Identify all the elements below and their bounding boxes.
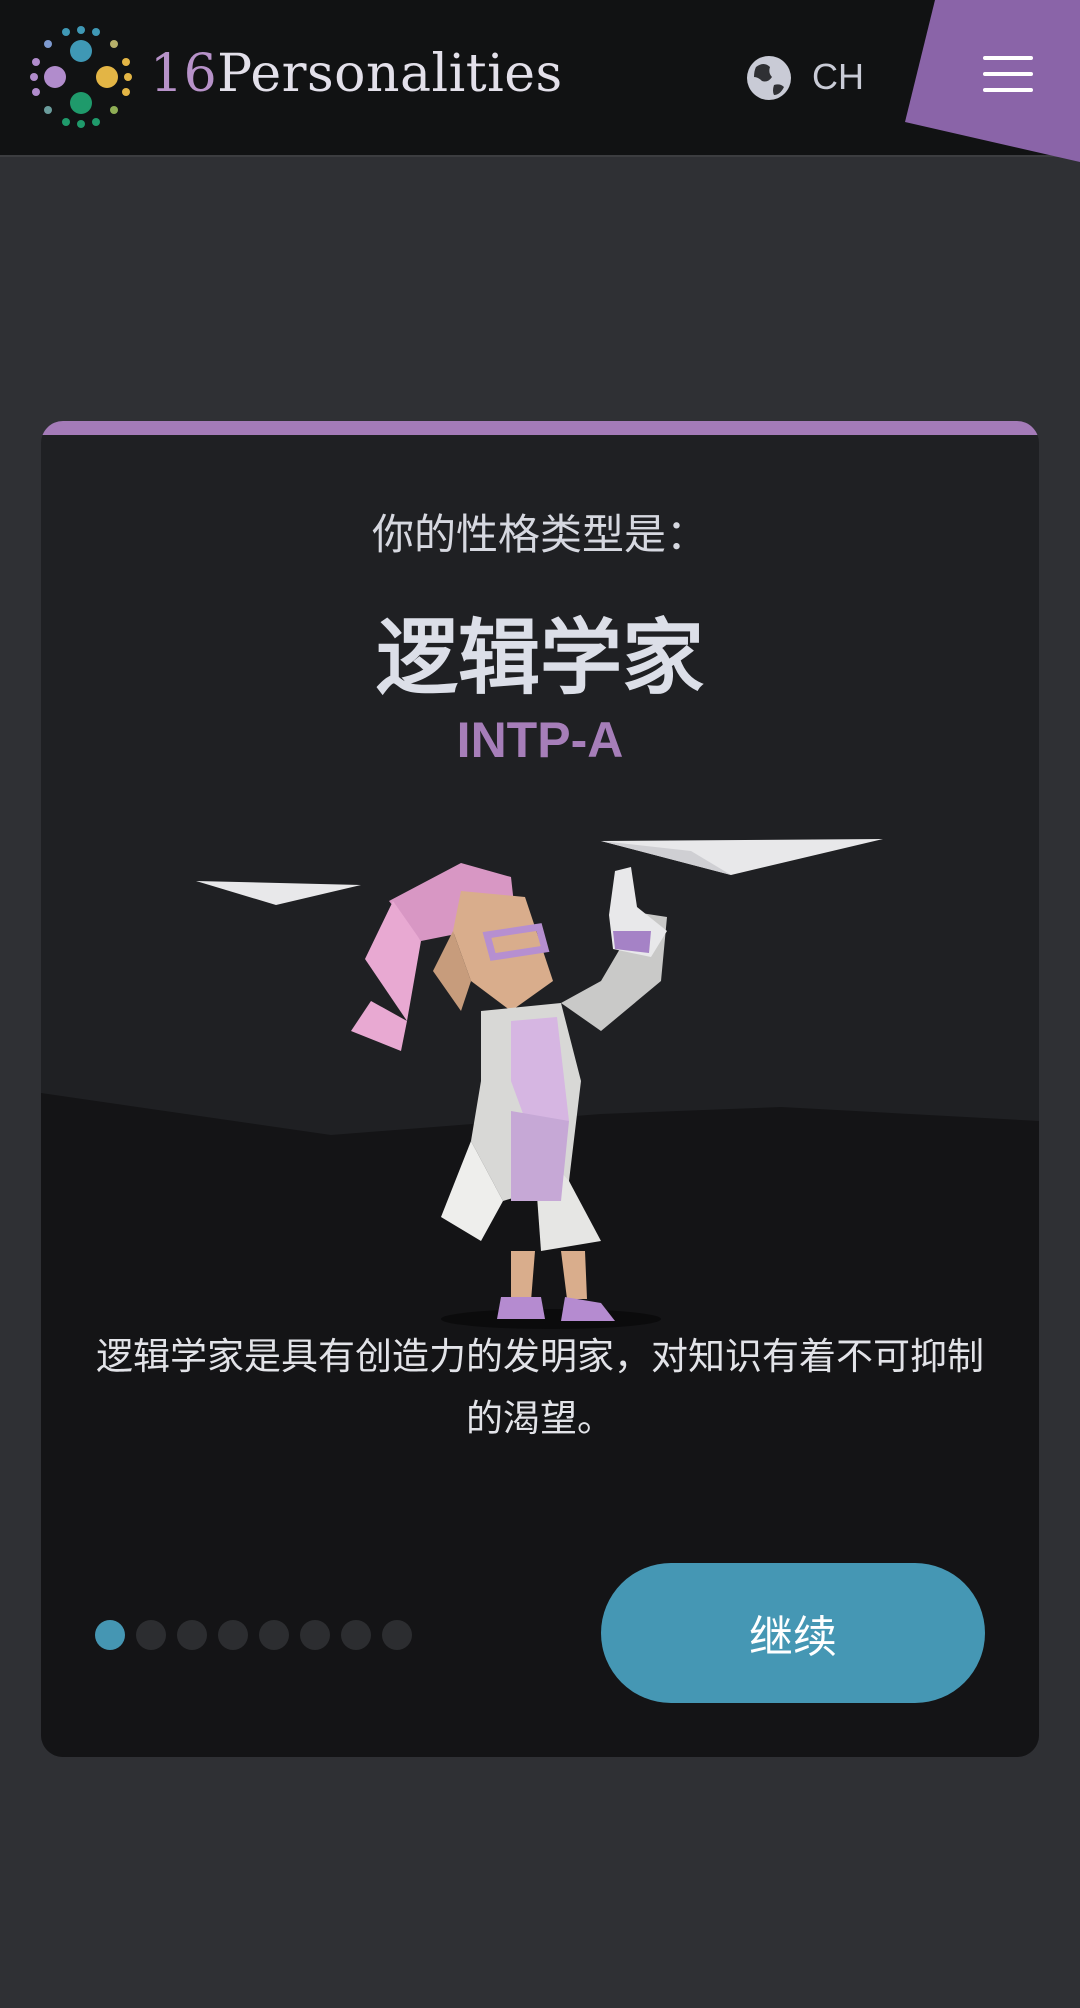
- progress-dot-4[interactable]: [218, 1620, 248, 1650]
- result-card: 你的性格类型是： 逻辑学家 INTP-A 逻辑学家是具有创造力的发明家，对知识有…: [41, 421, 1039, 1757]
- progress-dot-7[interactable]: [341, 1620, 371, 1650]
- brand-number: 16: [150, 44, 218, 104]
- progress-dot-5[interactable]: [259, 1620, 289, 1650]
- progress-dot-3[interactable]: [177, 1620, 207, 1650]
- language-selector[interactable]: CH: [812, 56, 864, 98]
- 16personalities-logo[interactable]: [26, 22, 136, 132]
- logician-scientist-illustration: [196, 839, 883, 1329]
- continue-button[interactable]: 继续: [601, 1563, 985, 1703]
- progress-dot-1[interactable]: [95, 1620, 125, 1650]
- hamburger-menu-icon[interactable]: [983, 52, 1035, 96]
- brand-wordmark[interactable]: 16Personalities: [150, 44, 563, 104]
- progress-dot-2[interactable]: [136, 1620, 166, 1650]
- result-subtitle: 你的性格类型是：: [371, 510, 708, 559]
- personality-type-name: 逻辑学家: [375, 611, 704, 706]
- personality-description: 逻辑学家是具有创造力的发明家，对知识有着不可抑制的渴望。: [96, 1335, 984, 1440]
- progress-dot-8[interactable]: [382, 1620, 412, 1650]
- personality-type-code: INTP-A: [456, 712, 624, 768]
- progress-dot-6[interactable]: [300, 1620, 330, 1650]
- card-accent-bar: [41, 421, 1039, 435]
- globe-icon[interactable]: [746, 55, 792, 101]
- top-nav-bar: 16Personalities CH: [0, 0, 1080, 162]
- brand-name: Personalities: [217, 44, 563, 104]
